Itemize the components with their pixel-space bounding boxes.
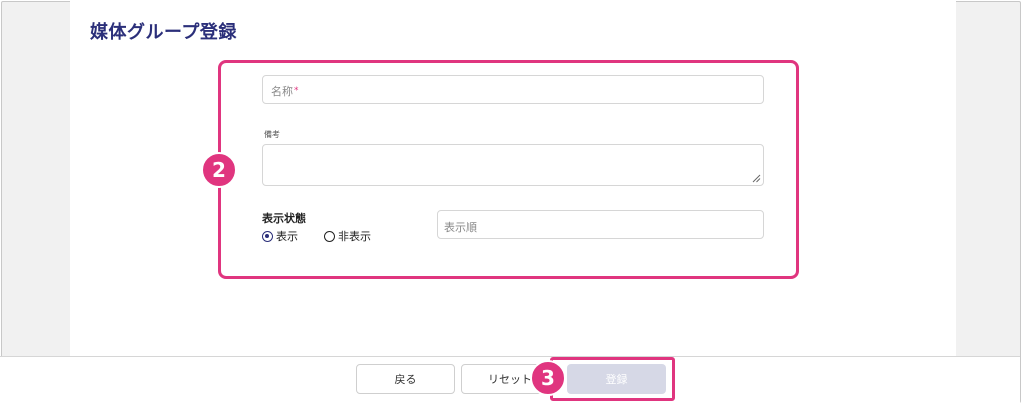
order-placeholder: 表示順	[444, 221, 477, 234]
note-textarea[interactable]	[262, 144, 764, 186]
page-title: 媒体グループ登録	[90, 22, 237, 43]
radio-checked-icon	[262, 230, 273, 242]
step-badge-submit: 3	[530, 360, 566, 396]
back-button[interactable]: 戻る	[356, 364, 455, 394]
name-input[interactable]: 名称*	[262, 75, 764, 104]
required-mark: *	[294, 86, 299, 96]
radio-unchecked-icon	[324, 230, 335, 242]
radio-show-label: 表示	[276, 230, 298, 243]
radio-hide-label: 非表示	[338, 230, 371, 243]
note-label: 備考	[264, 130, 280, 139]
status-label: 表示状態	[262, 212, 306, 225]
resize-handle-icon[interactable]	[752, 174, 761, 183]
name-placeholder: 名称*	[271, 85, 299, 98]
radio-hide[interactable]: 非表示	[324, 228, 371, 244]
step-badge-form: 2	[201, 152, 237, 188]
submit-highlight-box	[550, 357, 675, 401]
radio-show[interactable]: 表示	[262, 228, 298, 244]
order-input[interactable]: 表示順	[437, 210, 764, 239]
